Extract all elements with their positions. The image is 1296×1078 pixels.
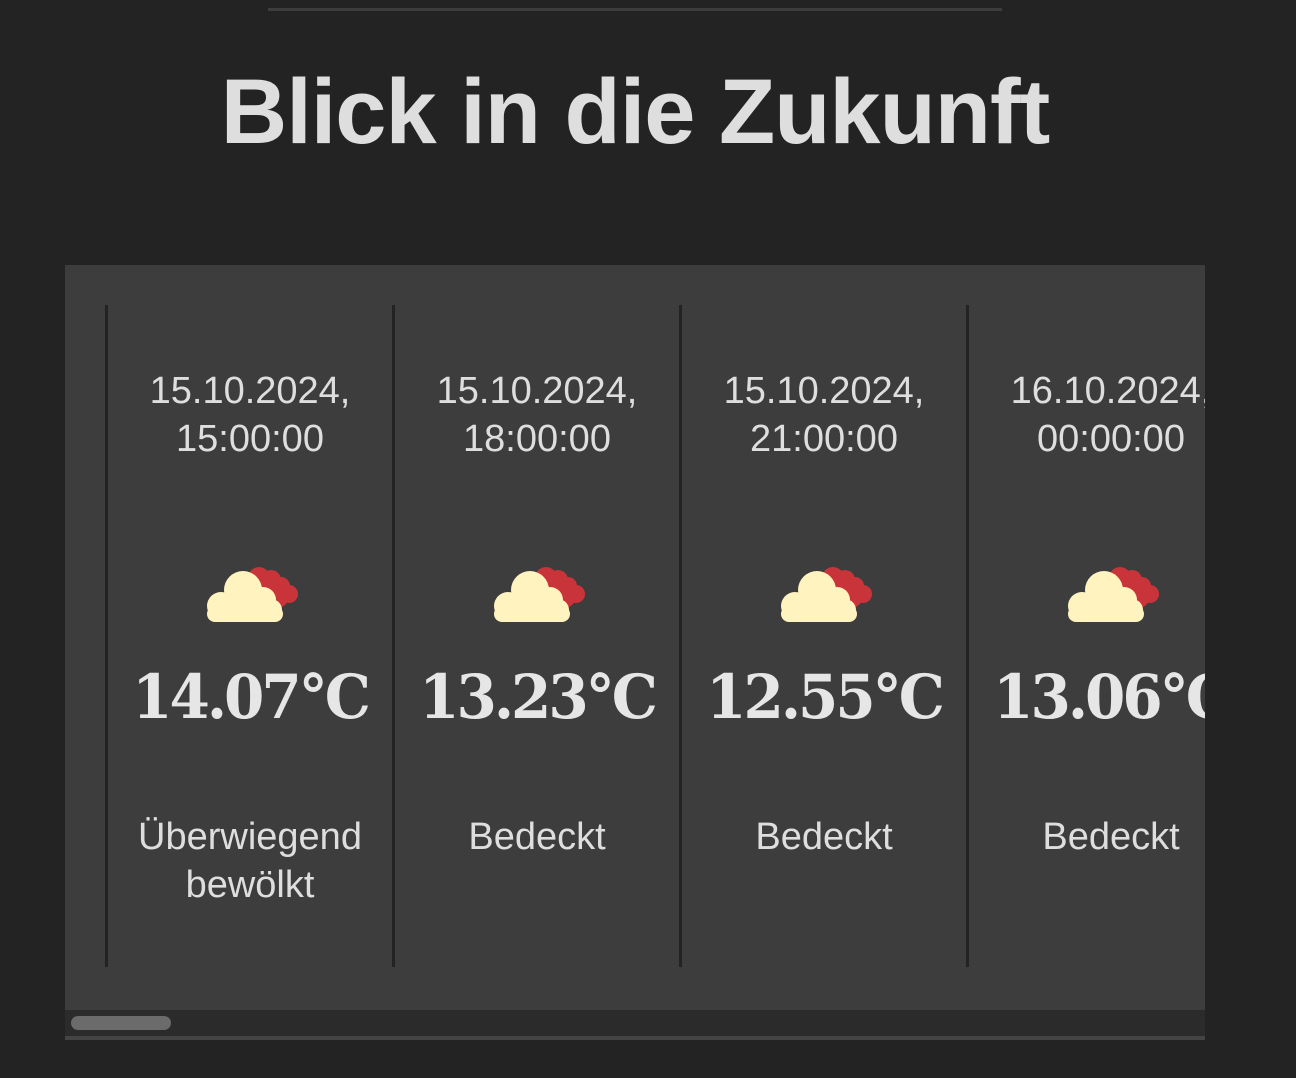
scrollbar-thumb[interactable] bbox=[71, 1016, 171, 1030]
forecast-datetime: 15.10.2024, 15:00:00 bbox=[149, 370, 351, 460]
forecast-description: Bedeckt bbox=[468, 816, 606, 858]
forecast-temperature: 13.06°C bbox=[993, 661, 1205, 733]
bottom-divider bbox=[65, 1036, 1205, 1040]
forecast-scroller[interactable]: 15.10.2024, 15:00:00 14.07°C Überwiegend… bbox=[65, 265, 1205, 1010]
forecast-temperature: 13.23°C bbox=[419, 661, 658, 733]
horizontal-scrollbar[interactable] bbox=[65, 1010, 1205, 1036]
forecast-card: 15.10.2024, 15:00:00 14.07°C Überwiegend… bbox=[105, 305, 392, 967]
forecast-temperature: 12.55°C bbox=[706, 661, 945, 733]
forecast-temperature: 14.07°C bbox=[132, 661, 371, 733]
forecast-card: 15.10.2024, 21:00:00 12.55°C Bedeckt bbox=[679, 305, 966, 967]
partly-cloudy-icon bbox=[1068, 567, 1159, 622]
forecast-track: 15.10.2024, 15:00:00 14.07°C Überwiegend… bbox=[105, 305, 1205, 967]
forecast-datetime: 15.10.2024, 21:00:00 bbox=[723, 370, 925, 460]
forecast-datetime: 16.10.2024, 00:00:00 bbox=[1010, 370, 1205, 460]
forecast-description: Bedeckt bbox=[755, 816, 893, 858]
forecast-description: Bedeckt bbox=[1042, 816, 1180, 858]
forecast-card: 15.10.2024, 18:00:00 13.23°C Bedeckt bbox=[392, 305, 679, 967]
forecast-datetime: 15.10.2024, 18:00:00 bbox=[436, 370, 638, 460]
page-title: Blick in die Zukunft bbox=[220, 61, 1050, 163]
forecast-description: Überwiegend bewölkt bbox=[138, 816, 362, 906]
partly-cloudy-icon bbox=[207, 567, 298, 622]
partly-cloudy-icon bbox=[781, 567, 872, 622]
forecast-card: 16.10.2024, 00:00:00 13.06°C Bedeckt bbox=[966, 305, 1205, 967]
top-divider bbox=[268, 8, 1002, 11]
partly-cloudy-icon bbox=[494, 567, 585, 622]
